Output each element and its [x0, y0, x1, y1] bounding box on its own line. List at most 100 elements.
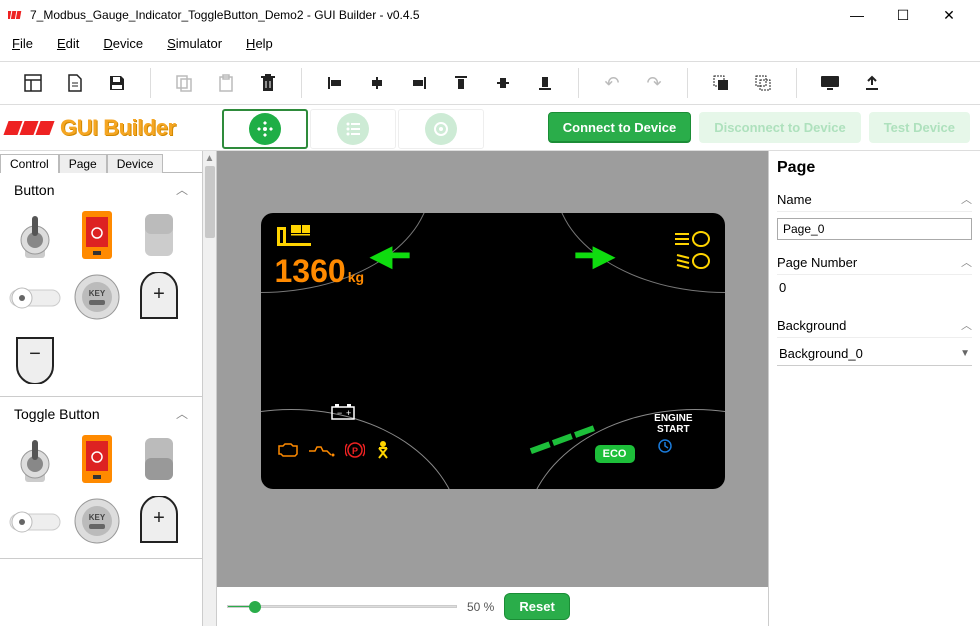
- zoom-slider[interactable]: [227, 605, 457, 608]
- prop-name-label: Name: [777, 192, 812, 207]
- send-back-icon[interactable]: [744, 68, 782, 98]
- control-key-toggle[interactable]: KEY: [68, 492, 126, 550]
- chevron-up-icon: ︿: [176, 405, 188, 422]
- menu-simulator[interactable]: Simulator: [167, 36, 222, 51]
- zoom-percent: 50 %: [467, 600, 494, 614]
- align-bottom-icon[interactable]: [526, 68, 564, 98]
- menu-help[interactable]: Help: [246, 36, 273, 51]
- prop-background-label: Background: [777, 318, 846, 333]
- svg-text:−: −: [29, 343, 41, 365]
- display-icon[interactable]: [811, 68, 849, 98]
- maximize-button[interactable]: ☐: [880, 0, 926, 30]
- control-phone-toggle[interactable]: [68, 430, 126, 488]
- disconnect-device-button[interactable]: Disconnect to Device: [699, 112, 861, 143]
- prop-name-input[interactable]: [777, 218, 972, 240]
- paste-icon[interactable]: [207, 68, 245, 98]
- menu-edit[interactable]: Edit: [57, 36, 79, 51]
- align-right-icon[interactable]: [400, 68, 438, 98]
- bring-front-icon[interactable]: [702, 68, 740, 98]
- prop-background-select[interactable]: Background_0 ▼: [777, 342, 972, 366]
- redo-icon[interactable]: ↷: [635, 68, 673, 98]
- forklift-icon: [277, 225, 311, 252]
- controls-panel: Control Page Device Button ︿ KEY + −: [0, 151, 203, 626]
- scrollbar-thumb[interactable]: [205, 166, 215, 238]
- design-canvas-area: 1360kg ◀━ ━▶ −+ P ENGINE START ▬ ▬ ▬: [217, 151, 768, 626]
- control-plus-button[interactable]: +: [130, 268, 188, 326]
- save-icon[interactable]: [98, 68, 136, 98]
- control-knob-button[interactable]: [6, 206, 64, 264]
- control-slide-toggle[interactable]: [6, 492, 64, 550]
- align-left-icon[interactable]: [316, 68, 354, 98]
- control-flat-toggle[interactable]: [130, 430, 188, 488]
- delete-icon[interactable]: [249, 68, 287, 98]
- menu-bar: File Edit Device Simulator Help: [0, 30, 980, 61]
- minimize-button[interactable]: —: [834, 0, 880, 30]
- menu-device[interactable]: Device: [103, 36, 143, 51]
- control-plus-toggle[interactable]: +: [130, 492, 188, 550]
- parking-brake-icon: P: [345, 440, 365, 465]
- new-project-icon[interactable]: [14, 68, 52, 98]
- window-title: 7_Modbus_Gauge_Indicator_ToggleButton_De…: [30, 8, 834, 22]
- window-titlebar: 7_Modbus_Gauge_Indicator_ToggleButton_De…: [0, 0, 980, 30]
- svg-text:+: +: [346, 408, 351, 418]
- upload-icon[interactable]: [853, 68, 891, 98]
- svg-text:−: −: [337, 408, 342, 418]
- svg-text:+: +: [153, 283, 165, 305]
- device-canvas[interactable]: 1360kg ◀━ ━▶ −+ P ENGINE START ▬ ▬ ▬: [261, 213, 725, 489]
- svg-text:P: P: [351, 446, 357, 456]
- tab-control[interactable]: Control: [0, 154, 59, 173]
- app-icon: [8, 7, 24, 23]
- control-phone-button[interactable]: [68, 206, 126, 264]
- arrow-right-icon: ━▶: [576, 239, 614, 272]
- test-device-button[interactable]: Test Device: [869, 112, 970, 143]
- arrow-left-icon: ◀━: [371, 239, 409, 272]
- control-minus-button[interactable]: −: [6, 330, 64, 388]
- control-slide-switch[interactable]: [6, 268, 64, 326]
- prop-background-header[interactable]: Background ︿: [777, 313, 972, 338]
- clock-icon: [657, 438, 673, 459]
- section-button-header[interactable]: Button ︿: [0, 173, 202, 206]
- chevron-up-icon: ︿: [176, 181, 188, 198]
- section-button-label: Button: [14, 182, 54, 198]
- weight-value: 1360: [275, 253, 346, 289]
- prop-page-number-label: Page Number: [777, 255, 857, 270]
- mode-tab-list[interactable]: [310, 109, 396, 149]
- undo-icon[interactable]: ↶: [593, 68, 631, 98]
- battery-icon: −+: [331, 404, 355, 425]
- control-knob-toggle[interactable]: [6, 430, 64, 488]
- control-key-button[interactable]: KEY: [68, 268, 126, 326]
- open-file-icon[interactable]: [56, 68, 94, 98]
- weight-display: 1360kg: [275, 253, 365, 290]
- prop-page-number-value: 0: [777, 275, 972, 303]
- chevron-up-icon: ︿: [961, 254, 972, 270]
- copy-icon[interactable]: [165, 68, 203, 98]
- svg-text:KEY: KEY: [89, 289, 106, 298]
- align-center-v-icon[interactable]: [484, 68, 522, 98]
- control-flat-button[interactable]: [130, 206, 188, 264]
- zoom-controls: 50 % Reset: [217, 587, 768, 626]
- section-toggle-header[interactable]: Toggle Button ︿: [0, 397, 202, 430]
- properties-heading: Page: [777, 159, 972, 177]
- svg-text:+: +: [153, 507, 165, 529]
- low-beam-icon: [675, 253, 711, 274]
- close-button[interactable]: ✕: [926, 0, 972, 30]
- prop-page-number-header[interactable]: Page Number ︿: [777, 250, 972, 275]
- caret-down-icon: ▼: [960, 348, 970, 359]
- tab-page[interactable]: Page: [59, 154, 107, 173]
- eco-badge: ECO: [595, 445, 635, 463]
- engine-start-label: ENGINE START: [654, 413, 692, 435]
- properties-panel: Page Name ︿ Page Number ︿ 0 Background ︿…: [768, 151, 980, 626]
- zoom-reset-button[interactable]: Reset: [504, 593, 569, 620]
- align-top-icon[interactable]: [442, 68, 480, 98]
- oil-warning-icon: [309, 444, 335, 462]
- align-center-h-icon[interactable]: [358, 68, 396, 98]
- weight-unit: kg: [348, 269, 364, 285]
- menu-file[interactable]: File: [12, 36, 33, 51]
- connect-device-button[interactable]: Connect to Device: [548, 112, 691, 143]
- mode-tab-design[interactable]: [222, 109, 308, 149]
- tab-device[interactable]: Device: [107, 154, 164, 173]
- mode-tab-settings[interactable]: [398, 109, 484, 149]
- prop-name-header[interactable]: Name ︿: [777, 187, 972, 212]
- svg-text:KEY: KEY: [89, 513, 106, 522]
- app-logo: GUI Builder: [0, 105, 222, 150]
